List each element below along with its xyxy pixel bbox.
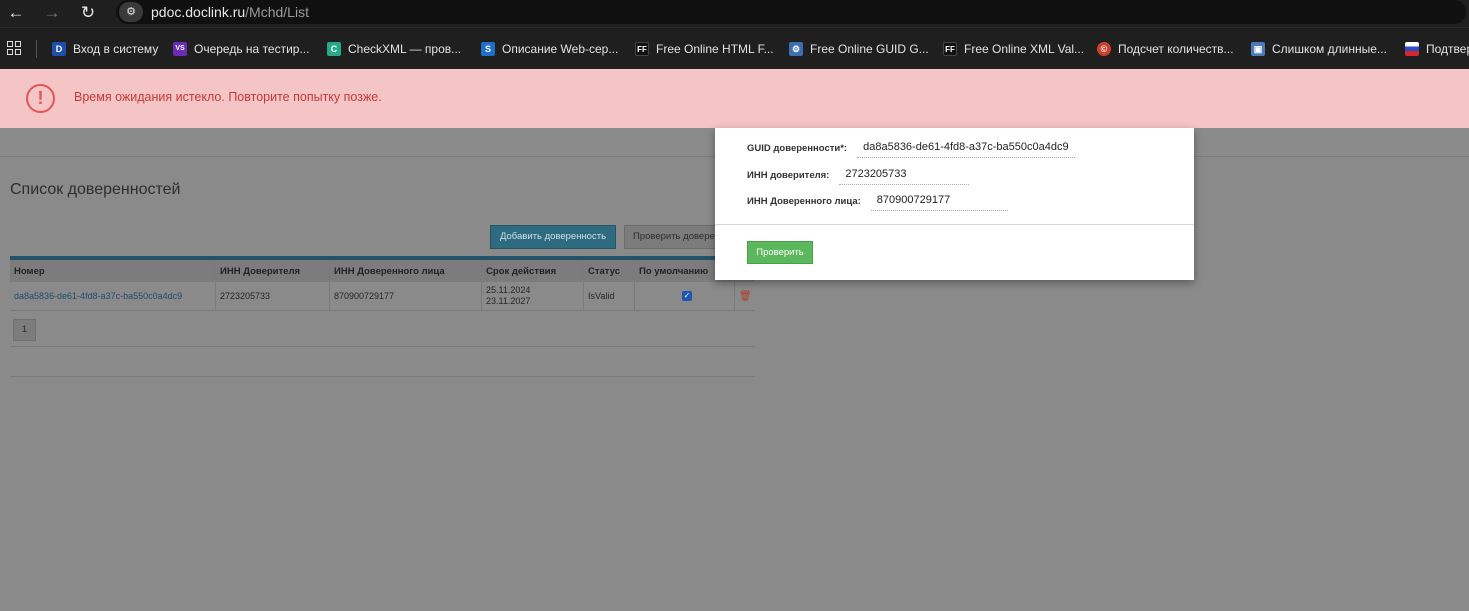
default-checkbox[interactable]: ✓: [682, 291, 692, 301]
url-path: /Mchd/List: [245, 4, 309, 20]
bookmark-item[interactable]: S Описание Web-сер...: [481, 40, 618, 58]
actions-cell: 🗑: [735, 282, 755, 310]
russia-flag-icon: RU: [1405, 42, 1419, 56]
bookmark-item[interactable]: D Вход в систему: [52, 40, 158, 58]
guid-field: GUID доверенности*: da8a5836-de61-4fd8-a…: [747, 138, 1075, 158]
bookmark-item[interactable]: © Подсчет количеств...: [1097, 40, 1234, 58]
guid-label: GUID доверенности*:: [747, 142, 848, 154]
bookmark-item[interactable]: FF Free Online HTML F...: [635, 40, 774, 58]
status-cell: IsValid: [584, 282, 635, 310]
valid-to: 23.11.2027: [486, 296, 531, 306]
bookmarks-bar: D Вход в систему VS Очередь на тестир...…: [0, 27, 1469, 69]
page-title: Список доверенностей: [10, 181, 181, 198]
bookmark-favicon-icon: FF: [943, 42, 957, 56]
content-divider: [10, 376, 755, 377]
bookmark-label: CheckXML — пров...: [348, 42, 462, 56]
validity-cell: 25.11.2024 23.11.2027: [482, 282, 584, 310]
verify-button[interactable]: Проверить: [747, 241, 813, 264]
check-poa-button[interactable]: Проверить доверенность: [624, 225, 724, 249]
bookmark-item[interactable]: C CheckXML — пров...: [327, 40, 461, 58]
bookmark-label: Подтвер: [1426, 42, 1469, 56]
bookmark-favicon-icon: VS: [173, 42, 187, 56]
bookmark-favicon-icon: D: [52, 42, 66, 56]
address-bar[interactable]: [116, 0, 1466, 24]
bookmark-label: Вход в систему: [73, 42, 159, 56]
bookmark-favicon-icon: ▣: [1251, 42, 1265, 56]
browser-toolbar: ← → ↻ ⚙ pdoc.doclink.ru/Mchd/List: [0, 0, 1469, 27]
check-poa-modal: GUID доверенности*: da8a5836-de61-4fd8-a…: [715, 128, 1194, 280]
inn-agent-input[interactable]: 870900729177: [870, 191, 1009, 211]
bookmark-favicon-icon: C: [327, 42, 341, 56]
bookmark-favicon-icon: FF: [635, 42, 649, 56]
bookmark-favicon-icon: ©: [1097, 42, 1111, 56]
add-poa-button[interactable]: Добавить доверенность: [490, 225, 616, 249]
bookmark-favicon-icon: ⚙: [789, 42, 803, 56]
modal-divider: [715, 224, 1194, 225]
bookmark-label: Очередь на тестир...: [194, 42, 310, 56]
table-header-row: Номер ИНН Доверителя ИНН Доверенного лиц…: [10, 260, 755, 282]
valid-from: 25.11.2024: [486, 285, 531, 295]
trash-icon[interactable]: 🗑: [739, 291, 752, 302]
inn-agent-cell: 870900729177: [330, 282, 482, 310]
table-row: da8a5836-de61-4fd8-a37c-ba550c0a4dc9 272…: [10, 282, 755, 311]
bookmark-favicon-icon: S: [481, 42, 495, 56]
bookmark-item[interactable]: FF Free Online XML Val...: [943, 40, 1084, 58]
reload-icon[interactable]: ↻: [76, 2, 100, 24]
column-header[interactable]: ИНН Доверителя: [216, 260, 330, 282]
guid-input[interactable]: da8a5836-de61-4fd8-a37c-ba550c0a4dc9: [857, 138, 1075, 158]
url-host: pdoc.doclink.ru: [151, 4, 246, 20]
content-divider: [10, 346, 755, 347]
inn-principal-cell: 2723205733: [216, 282, 330, 310]
inn-principal-input[interactable]: 2723205733: [839, 165, 969, 185]
bookmark-label: Free Online GUID G...: [810, 42, 929, 56]
bookmark-label: Слишком длинные...: [1272, 42, 1387, 56]
column-header[interactable]: Номер: [10, 260, 216, 282]
back-arrow-icon[interactable]: ←: [4, 2, 28, 24]
inn-principal-label: ИНН доверителя:: [747, 169, 830, 181]
poa-number-cell: da8a5836-de61-4fd8-a37c-ba550c0a4dc9: [10, 282, 216, 310]
error-banner: ! Время ожидания истекло. Повторите попы…: [0, 69, 1469, 128]
url-text[interactable]: pdoc.doclink.ru/Mchd/List: [151, 4, 309, 20]
column-header[interactable]: Срок действия: [482, 260, 584, 282]
error-message: Время ожидания истекло. Повторите попытк…: [74, 90, 382, 104]
bookmark-label: Подсчет количеств...: [1118, 42, 1234, 56]
bookmark-item[interactable]: VS Очередь на тестир...: [173, 40, 309, 58]
bookmark-label: Free Online HTML F...: [656, 42, 774, 56]
apps-grid-icon[interactable]: [7, 41, 21, 55]
inn-agent-label: ИНН Доверенного лица:: [747, 195, 861, 207]
forward-arrow-icon[interactable]: →: [40, 2, 64, 24]
bookmark-label: Free Online XML Val...: [964, 42, 1085, 56]
default-cell: ✓: [635, 282, 735, 310]
poa-number-link[interactable]: da8a5836-de61-4fd8-a37c-ba550c0a4dc9: [14, 291, 182, 301]
column-header[interactable]: Статус: [584, 260, 635, 282]
inn-agent-field: ИНН Доверенного лица: 870900729177: [747, 191, 1009, 211]
pagination-page-1[interactable]: 1: [13, 319, 36, 341]
bookmarks-separator: [36, 40, 37, 58]
exclamation-icon: !: [26, 84, 55, 113]
bookmark-item[interactable]: ⚙ Free Online GUID G...: [789, 40, 929, 58]
bookmark-label: Описание Web-сер...: [502, 42, 619, 56]
poa-table: Номер ИНН Доверителя ИНН Доверенного лиц…: [10, 256, 755, 311]
inn-principal-field: ИНН доверителя: 2723205733: [747, 165, 969, 185]
column-header[interactable]: ИНН Доверенного лица: [330, 260, 482, 282]
bookmark-item[interactable]: RU Подтвер: [1405, 40, 1469, 58]
bookmark-item[interactable]: ▣ Слишком длинные...: [1251, 40, 1387, 58]
site-info-icon[interactable]: ⚙: [119, 2, 143, 22]
